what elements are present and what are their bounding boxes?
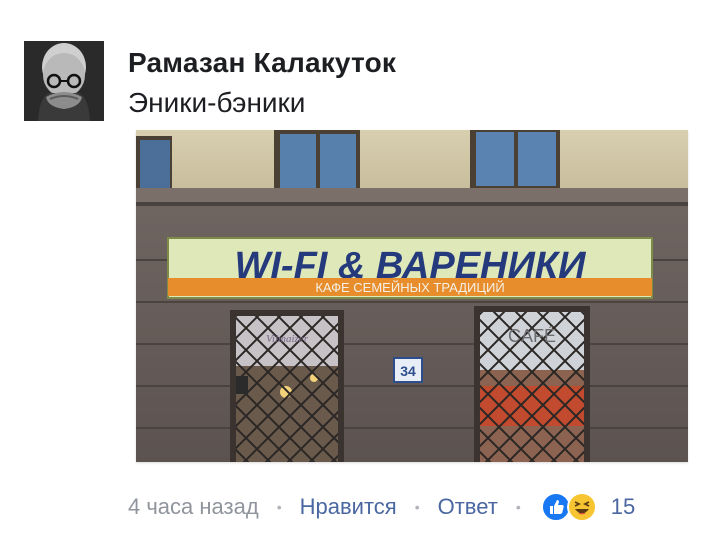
reaction-count: 15: [610, 494, 636, 519]
comment-photo[interactable]: WI-FI & ВАРЕНИКИ КАФЕ СЕМЕЙНЫХ ТРАДИЦИЙ …: [136, 130, 688, 462]
photo-image: WI-FI & ВАРЕНИКИ КАФЕ СЕМЕЙНЫХ ТРАДИЦИЙ …: [136, 130, 688, 462]
timestamp[interactable]: 4 часа назад: [128, 494, 259, 520]
sign-subtitle: КАФЕ СЕМЕЙНЫХ ТРАДИЦИЙ: [315, 280, 504, 295]
house-number: 34: [400, 363, 416, 379]
avatar[interactable]: [24, 41, 104, 121]
avatar-image: [24, 41, 104, 121]
window-label: CAFÉ: [508, 326, 556, 346]
comment-footer: 4 часа назад • Нравится • Ответ • 15: [128, 490, 688, 524]
separator-dot: •: [276, 499, 282, 515]
separator-dot: •: [515, 499, 521, 515]
haha-icon: [566, 492, 597, 522]
reactions-summary[interactable]: 15: [540, 492, 636, 522]
comment-text: Эники-бэники: [128, 87, 306, 118]
comment-author[interactable]: Рамазан Калакуток: [128, 47, 396, 79]
reply-button[interactable]: Ответ: [438, 494, 498, 520]
svg-text:Vilmaizer: Vilmaizer: [266, 333, 309, 345]
like-button[interactable]: Нравится: [300, 494, 397, 520]
separator-dot: •: [414, 499, 420, 515]
